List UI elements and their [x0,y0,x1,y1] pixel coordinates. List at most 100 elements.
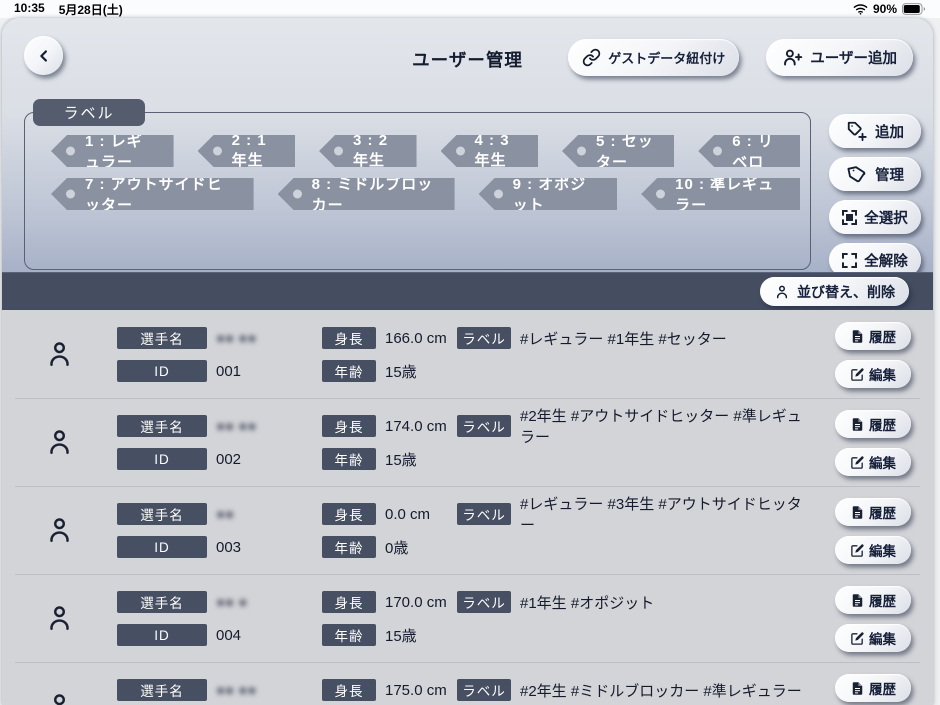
wifi-icon [853,3,868,15]
player-id: 003 [216,539,241,556]
player-name: ●● ●● [216,330,256,347]
table-row: 選手名●● ID003 身長0.0 cm 年齢0歳 ラベル#レギュラー #3年生… [2,486,933,574]
table-row: 選手名●● ● ID004 身長170.0 cm 年齢15歳 ラベル#1年生 #… [2,574,933,662]
chip-hole-icon [656,190,665,199]
clock: 10:35 [14,1,45,18]
player-labels: #レギュラー #3年生 #アウトサイドヒッター [520,493,813,535]
label-chip-2[interactable]: 2 : 1年生 [198,135,295,167]
add-user-button[interactable]: ユーザー追加 [766,39,913,76]
label-chip-5[interactable]: 5 : セッター [562,135,674,167]
player-height: 0.0 cm [385,506,430,523]
user-plus-icon [782,47,803,68]
field-label-labels: ラベル [457,327,511,349]
user-table: 選手名●● ●● ID001 身長166.0 cm 年齢15歳 ラベル#レギュラ… [2,310,933,705]
person-icon [774,284,790,300]
label-chip-6[interactable]: 6 : リベロ [698,135,800,167]
table-row: 選手名●● ●● ID 身長175.0 cm 年齢 ラベル#2年生 #ミドルブロ… [2,662,933,705]
app-panel: ユーザー管理 ゲストデータ紐付け [2,18,933,705]
player-height: 170.0 cm [385,594,447,611]
field-label-id: ID [117,624,207,646]
battery-percent: 90% [873,2,897,16]
player-age: 15歳 [385,361,417,382]
player-labels: #1年生 #オポジット [520,592,654,613]
player-labels: #2年生 #ミドルブロッカー #準レギュラー [520,680,802,701]
chip-hole-icon [293,190,302,199]
document-icon [850,593,865,608]
player-id: 002 [216,451,241,468]
edit-pencil-icon [850,367,865,382]
field-label-id: ID [117,360,207,382]
status-bar: 10:35 5月28日(土) 90% [0,0,940,18]
edit-button[interactable]: 編集 [835,360,911,388]
field-label-name: 選手名 [117,679,207,701]
field-label-name: 選手名 [117,591,207,613]
chip-hole-icon [334,147,343,156]
label-chip-1[interactable]: 1 : レギュラー [51,135,174,167]
document-icon [850,417,865,432]
player-name: ●● ● [216,594,247,611]
labels-legend: ラベル [33,99,145,126]
history-button[interactable]: 履歴 [835,498,911,526]
field-label-height: 身長 [322,679,376,701]
list-toolbar: 並び替え、削除 [2,272,933,310]
player-age: 15歳 [385,625,417,646]
label-chip-9[interactable]: 9 : オポジット [479,178,618,210]
field-label-height: 身長 [322,503,376,525]
chip-hole-icon [213,147,222,156]
player-age: 15歳 [385,449,417,470]
field-label-height: 身長 [322,591,376,613]
back-button[interactable] [24,36,63,75]
edit-pencil-icon [850,455,865,470]
label-chip-4[interactable]: 4 : 3年生 [441,135,538,167]
chip-hole-icon [66,147,75,156]
label-chip-7[interactable]: 7 : アウトサイドヒッター [51,178,254,210]
label-chip-10[interactable]: 10 : 準レギュラー [641,178,800,210]
chip-hole-icon [494,190,503,199]
player-labels: #2年生 #アウトサイドヒッター #準レギュラー [520,405,813,447]
player-height: 166.0 cm [385,330,447,347]
field-label-id: ID [117,536,207,558]
player-name: ●● [216,506,234,523]
player-age: 0歳 [385,537,408,558]
field-label-labels: ラベル [457,591,511,613]
chip-hole-icon [66,190,75,199]
link-icon [582,48,601,67]
history-button[interactable]: 履歴 [835,674,911,702]
label-chip-3[interactable]: 3 : 2年生 [319,135,416,167]
edit-button[interactable]: 編集 [835,624,911,652]
avatar-person-icon [44,427,75,458]
label-manage-button[interactable]: 管理 [829,157,921,191]
guest-data-link-button[interactable]: ゲストデータ紐付け [568,39,739,76]
label-add-button[interactable]: 追加 [829,114,921,148]
player-id: 004 [216,627,241,644]
player-labels: #レギュラー #1年生 #セッター [520,328,727,349]
history-button[interactable]: 履歴 [835,322,911,350]
history-button[interactable]: 履歴 [835,410,911,438]
player-name: ●● ●● [216,682,256,699]
select-all-button[interactable]: 全選択 [829,200,921,234]
avatar-person-icon [44,339,75,370]
chevron-left-icon [35,47,53,65]
page-title: ユーザー管理 [412,47,523,72]
date: 5月28日(土) [59,1,123,18]
sort-delete-button[interactable]: 並び替え、削除 [760,277,909,306]
battery-icon [902,3,926,15]
label-chip-8[interactable]: 8 : ミドルブロッカー [278,178,455,210]
avatar-person-icon [44,515,75,546]
edit-pencil-icon [850,543,865,558]
document-icon [850,681,865,696]
table-row: 選手名●● ●● ID002 身長174.0 cm 年齢15歳 ラベル#2年生 … [2,398,933,486]
chip-hole-icon [456,147,465,156]
chip-hole-icon [713,147,722,156]
field-label-labels: ラベル [457,679,511,701]
field-label-labels: ラベル [457,503,511,525]
select-all-icon [842,210,857,225]
edit-button[interactable]: 編集 [835,448,911,476]
field-label-name: 選手名 [117,327,207,349]
history-button[interactable]: 履歴 [835,586,911,614]
table-row: 選手名●● ●● ID001 身長166.0 cm 年齢15歳 ラベル#レギュラ… [2,310,933,398]
player-height: 175.0 cm [385,682,447,699]
field-label-name: 選手名 [117,415,207,437]
edit-button[interactable]: 編集 [835,536,911,564]
screen: 10:35 5月28日(土) 90% [0,0,940,705]
